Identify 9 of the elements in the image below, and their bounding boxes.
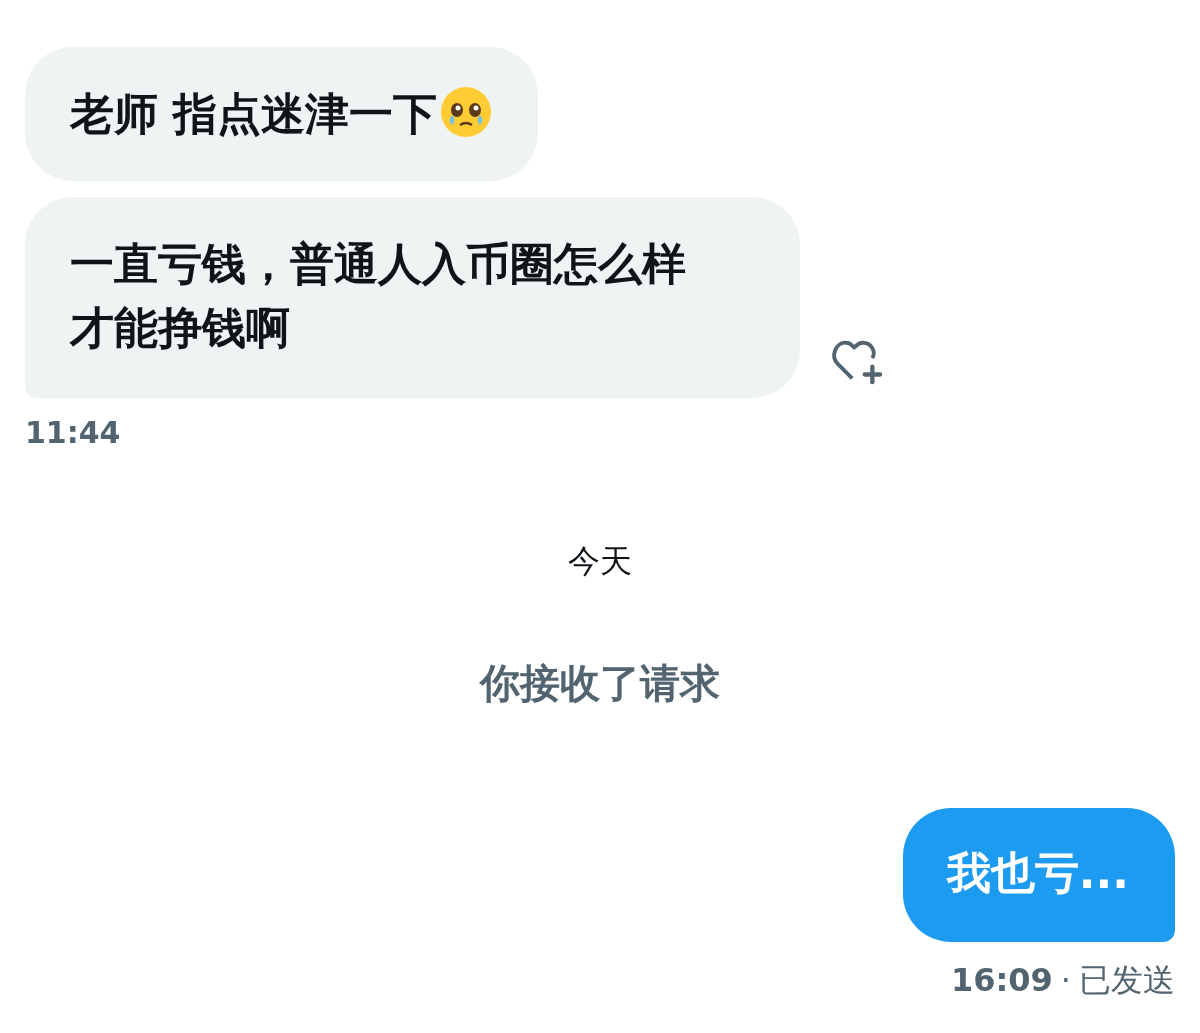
message-bubble: 老师 指点迷津一下 [25,47,539,181]
message-bubble: 一直亏钱，普通人入币圈怎么样才能挣钱啊 [25,197,800,398]
system-message: 你接收了请求 [480,659,720,708]
timestamp: 11:44 [25,414,121,452]
separator-dot: · [1060,960,1071,1001]
delivery-status: 已发送 [1079,960,1175,1001]
date-label: 今天 [568,541,632,582]
message-bubble: 我也亏... [902,808,1175,942]
timestamp: 16:09 [950,960,1053,1001]
